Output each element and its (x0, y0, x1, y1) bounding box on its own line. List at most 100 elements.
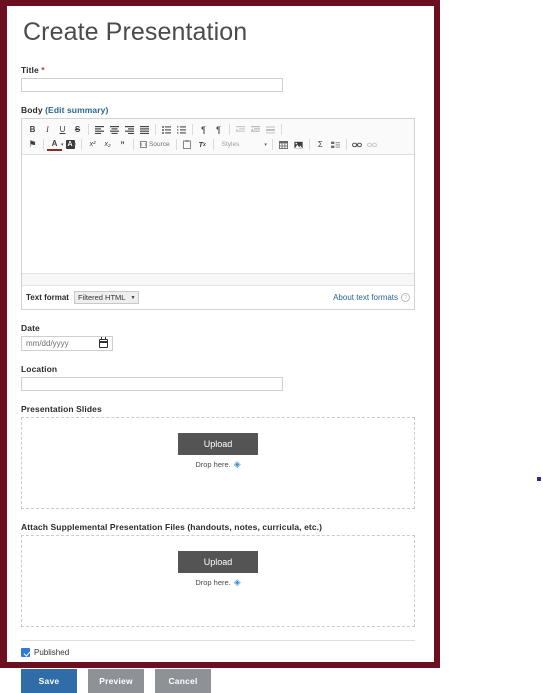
language-flag-icon[interactable]: ⚑ (25, 138, 40, 152)
horizontal-rule-icon[interactable] (263, 123, 278, 137)
toolbar-divider (88, 124, 89, 135)
chevron-down-icon[interactable]: ▾ (61, 142, 64, 148)
source-button-label: Source (149, 141, 170, 148)
title-label: Title * (21, 65, 420, 75)
slides-field-group: Presentation Slides Upload Drop here. ◈ (21, 404, 420, 509)
date-placeholder: mm/dd/yyyy (26, 339, 69, 348)
link-icon[interactable] (350, 138, 365, 152)
styles-dropdown-label: Styles (221, 141, 240, 148)
text-format-group: Text format Filtered HTML ▼ (26, 291, 140, 304)
supplemental-upload-button[interactable]: Upload (177, 551, 259, 573)
title-field-group: Title * (21, 65, 420, 92)
source-button[interactable]: Source (137, 138, 173, 152)
supplemental-drop-hint: Drop here. ◈ (195, 577, 241, 588)
underline-icon[interactable]: U (55, 123, 70, 137)
body-label-text: Body (21, 105, 43, 115)
align-left-icon[interactable] (92, 123, 107, 137)
bulleted-list-icon[interactable] (159, 123, 174, 137)
image-icon[interactable] (291, 138, 306, 152)
text-format-bar: Text format Filtered HTML ▼ About text f… (22, 285, 414, 309)
align-center-icon[interactable] (107, 123, 122, 137)
slides-dropzone[interactable]: Upload Drop here. ◈ (21, 417, 415, 509)
toolbar-row-1: B I U S ¶ ¶ (25, 122, 411, 137)
toolbar-divider (192, 124, 193, 135)
body-field-group: Body (Edit summary) B I U S ¶ ¶ ⚑ A ▾ A … (21, 105, 420, 310)
form-container: Create Presentation Title * Body (Edit s… (7, 6, 434, 693)
text-direction-rtl-icon[interactable]: ¶ (196, 123, 211, 137)
chevron-down-icon[interactable]: ▾ (264, 142, 267, 148)
special-character-icon[interactable]: Σ (313, 138, 328, 152)
required-marker: * (41, 65, 45, 75)
supplemental-field-group: Attach Supplemental Presentation Files (… (21, 522, 420, 627)
about-text-formats-link[interactable]: About text formats ? (333, 293, 410, 302)
supplemental-dropzone[interactable]: Upload Drop here. ◈ (21, 535, 415, 627)
text-color-icon[interactable]: A (47, 138, 62, 151)
date-input[interactable]: mm/dd/yyyy (21, 336, 113, 351)
styles-dropdown[interactable]: Styles (217, 138, 245, 152)
save-button[interactable]: Save (21, 669, 77, 693)
slides-drop-text: Drop here. (195, 460, 231, 469)
strikethrough-icon[interactable]: S (70, 123, 85, 137)
table-icon[interactable] (276, 138, 291, 152)
help-icon: ? (401, 293, 410, 302)
toolbar-divider (281, 124, 282, 135)
location-label: Location (21, 364, 58, 374)
toolbar-divider (229, 124, 230, 135)
text-direction-ltr-icon[interactable]: ¶ (211, 123, 226, 137)
slides-label: Presentation Slides (21, 404, 102, 414)
title-input[interactable] (21, 78, 283, 92)
editor-toolbar: B I U S ¶ ¶ ⚑ A ▾ A ▾ x² x₂ ” Source T x… (22, 119, 414, 155)
edit-summary-link[interactable]: (Edit summary) (45, 105, 108, 115)
drop-arrow-icon: ◈ (233, 459, 241, 469)
calendar-icon[interactable] (98, 337, 109, 348)
drop-arrow-icon: ◈ (233, 577, 241, 587)
body-label: Body (Edit summary) (21, 105, 420, 115)
toolbar-divider (212, 139, 214, 150)
published-checkbox[interactable] (21, 648, 30, 657)
toolbar-divider (133, 139, 135, 150)
slides-drop-hint: Drop here. ◈ (195, 459, 241, 470)
location-input[interactable] (21, 377, 283, 391)
about-text-formats-label: About text formats (333, 293, 398, 302)
align-right-icon[interactable] (122, 123, 137, 137)
toolbar-row-2: ⚑ A ▾ A ▾ x² x₂ ” Source T x Styles ▾ Σ (25, 137, 411, 152)
text-format-label: Text format (26, 293, 69, 302)
toolbar-divider (43, 139, 44, 150)
preview-button[interactable]: Preview (88, 669, 144, 693)
chevron-down-icon: ▼ (130, 294, 136, 301)
text-format-select[interactable]: Filtered HTML ▼ (73, 291, 140, 304)
date-label: Date (21, 323, 40, 333)
toolbar-divider (175, 139, 177, 150)
bold-icon[interactable]: B (25, 123, 40, 137)
published-checkbox-row: Published (21, 648, 420, 657)
paste-icon[interactable] (180, 138, 195, 152)
superscript-icon[interactable]: x² (85, 138, 100, 152)
page-frame: Create Presentation Title * Body (Edit s… (0, 0, 440, 693)
align-justify-icon[interactable] (137, 123, 152, 137)
remove-format-icon[interactable]: Tx (195, 138, 210, 152)
cancel-button[interactable]: Cancel (155, 669, 211, 693)
indent-icon[interactable] (248, 123, 263, 137)
chevron-down-icon[interactable]: ▾ (74, 142, 77, 148)
toolbar-divider (155, 124, 156, 135)
editor-status-bar (22, 273, 414, 285)
toolbar-divider (345, 139, 347, 150)
location-field-group: Location (21, 364, 420, 391)
toolbar-divider (271, 139, 273, 150)
title-label-text: Title (21, 65, 39, 75)
numbered-list-icon[interactable] (174, 123, 189, 137)
supplemental-drop-text: Drop here. (195, 578, 231, 587)
blockquote-icon[interactable]: ” (115, 138, 130, 152)
subscript-icon[interactable]: x₂ (100, 138, 115, 152)
template-icon[interactable] (328, 138, 343, 152)
italic-icon[interactable]: I (40, 123, 55, 137)
body-editor-area[interactable] (22, 155, 414, 273)
form-actions: Save Preview Cancel (21, 669, 420, 693)
toolbar-divider (308, 139, 310, 150)
outdent-icon[interactable] (233, 123, 248, 137)
unlink-icon[interactable] (365, 138, 380, 152)
text-format-value: Filtered HTML (77, 293, 126, 302)
footer-divider (21, 640, 415, 641)
date-field-group: Date mm/dd/yyyy (21, 323, 420, 351)
slides-upload-button[interactable]: Upload (177, 433, 259, 455)
